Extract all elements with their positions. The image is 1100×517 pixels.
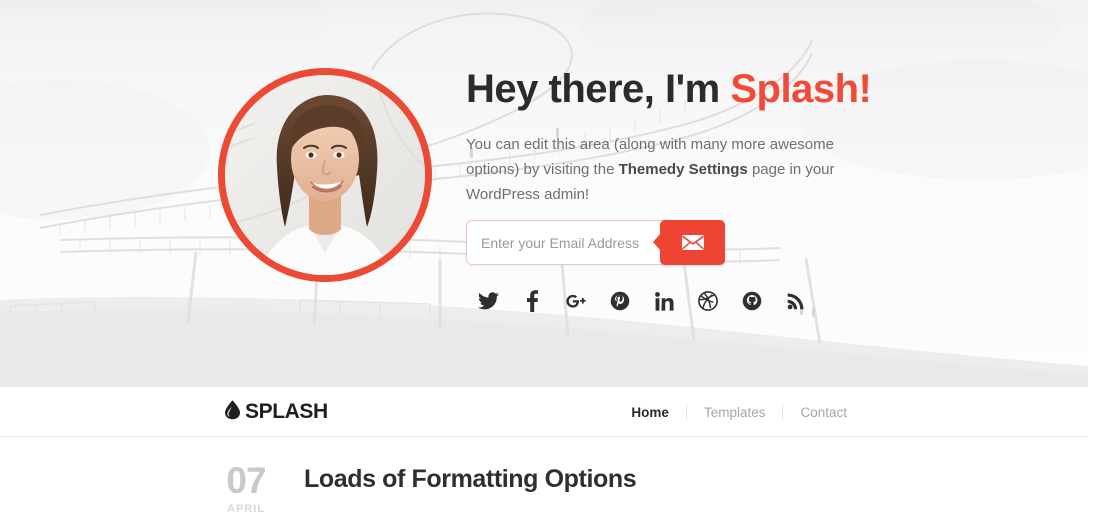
- hero-subtitle-bold: Themedy Settings: [618, 161, 748, 178]
- envelope-icon: [681, 234, 705, 251]
- hero-section: Hey there, I'm Splash! You can edit this…: [0, 0, 1088, 387]
- page-root: Hey there, I'm Splash! You can edit this…: [0, 0, 1100, 517]
- rss-icon[interactable]: [774, 286, 818, 316]
- post-item: 07 APRIL Loads of Formatting Options: [224, 438, 864, 515]
- social-links: [466, 286, 818, 316]
- post-date: 07 APRIL: [206, 462, 286, 515]
- linkedin-icon[interactable]: [642, 286, 686, 316]
- avatar: [218, 68, 432, 282]
- logo-text: SPLASH: [245, 400, 328, 423]
- post-title[interactable]: Loads of Formatting Options: [304, 465, 637, 494]
- scrollbar-track[interactable]: [1088, 0, 1100, 517]
- post-list: 07 APRIL Loads of Formatting Options: [0, 438, 1088, 517]
- facebook-icon[interactable]: [510, 286, 554, 316]
- post-day: 07: [226, 460, 266, 501]
- site-logo[interactable]: SPLASH: [224, 399, 328, 425]
- email-field-wrapper: [466, 220, 671, 265]
- hero-text-block: Hey there, I'm Splash! You can edit this…: [466, 66, 1026, 207]
- dribbble-icon[interactable]: [686, 286, 730, 316]
- nav-links: Home Templates Contact: [614, 404, 864, 420]
- newsletter-signup-form: [466, 220, 725, 265]
- subscribe-button[interactable]: [653, 220, 725, 265]
- pinterest-icon[interactable]: [598, 286, 642, 316]
- post-month: APRIL: [227, 503, 265, 515]
- avatar-photo: [225, 75, 425, 275]
- nav-link-contact[interactable]: Contact: [782, 404, 864, 420]
- hero-title: Hey there, I'm Splash!: [466, 66, 1026, 112]
- water-drop-icon: [224, 399, 241, 425]
- main-navigation: SPLASH Home Templates Contact: [0, 388, 1088, 437]
- twitter-icon[interactable]: [466, 286, 510, 316]
- email-input[interactable]: [467, 221, 670, 264]
- hero-subtitle: You can edit this area (along with many …: [466, 132, 881, 207]
- googleplus-icon[interactable]: [554, 286, 598, 316]
- github-icon[interactable]: [730, 286, 774, 316]
- nav-link-templates[interactable]: Templates: [685, 404, 783, 420]
- nav-link-home[interactable]: Home: [614, 405, 686, 420]
- hero-title-accent: Splash!: [730, 67, 872, 111]
- hero-title-plain: Hey there, I'm: [466, 67, 731, 111]
